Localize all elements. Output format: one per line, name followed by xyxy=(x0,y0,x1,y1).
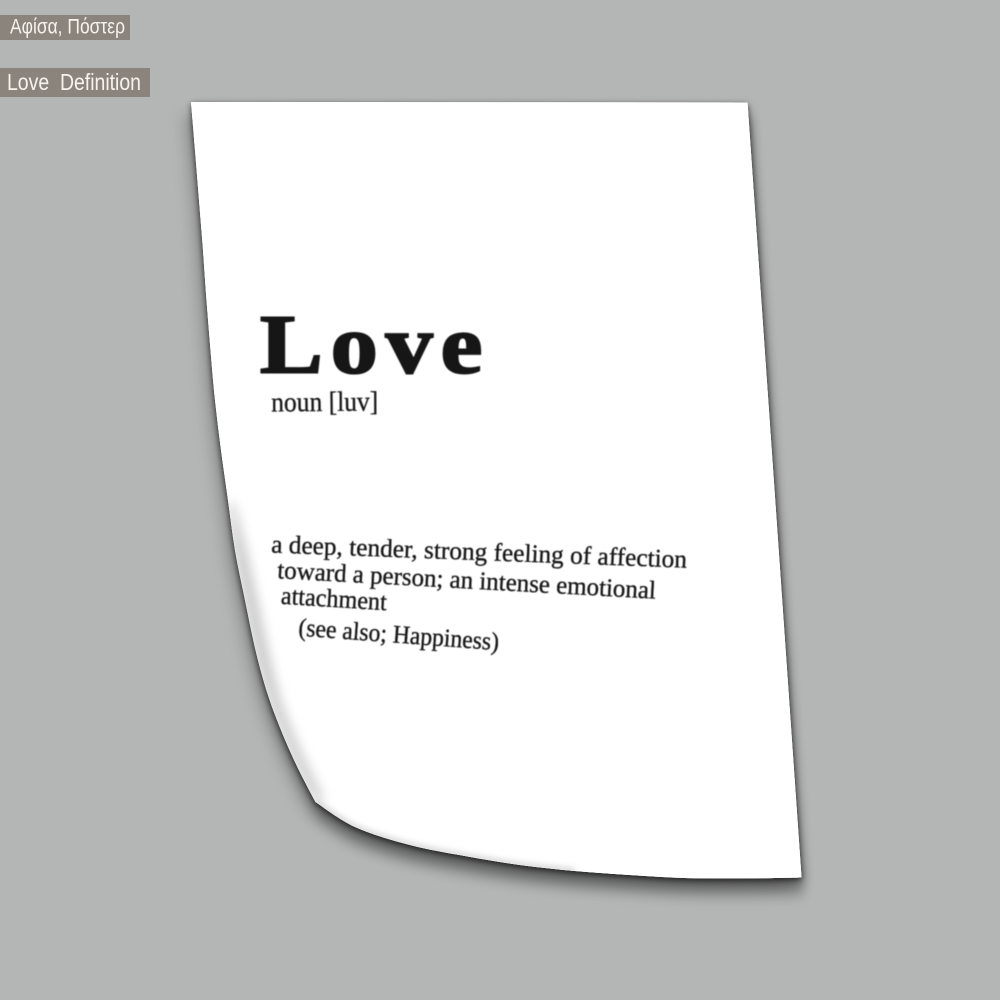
svg-text:Love Definition: Love Definition xyxy=(7,69,141,95)
svg-text:noun [luv]: noun [luv] xyxy=(271,387,378,419)
svg-text:Αφίσα, Πόστερ: Αφίσα, Πόστερ xyxy=(10,16,125,39)
svg-text:Love: Love xyxy=(260,299,490,391)
